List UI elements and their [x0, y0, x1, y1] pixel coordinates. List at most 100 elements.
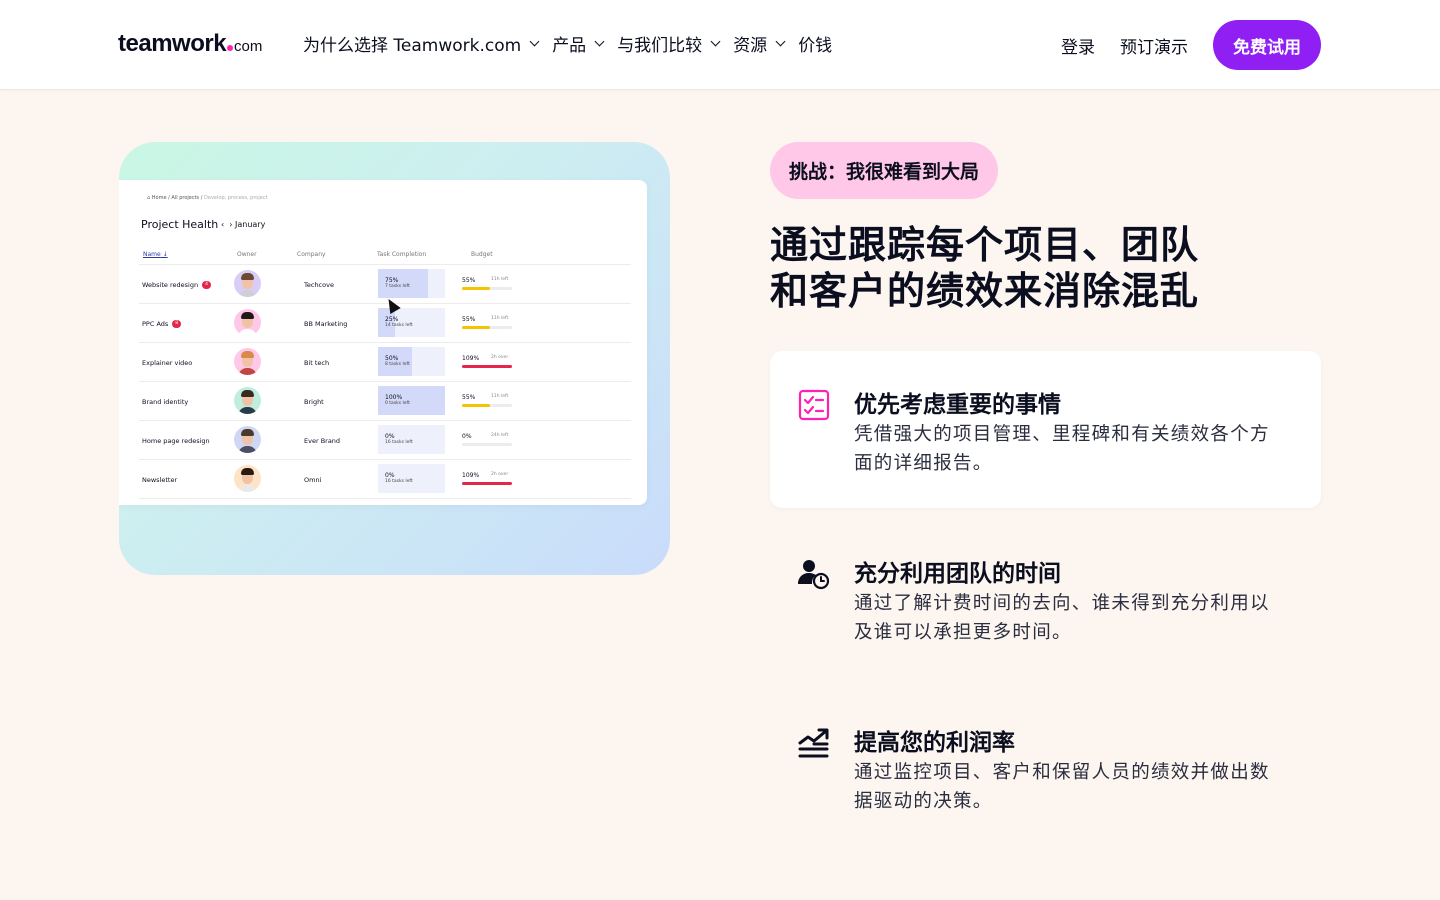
free-trial-button[interactable]: 免费试用 [1213, 20, 1321, 70]
budget-progress-fill [462, 482, 512, 485]
growth-chart-icon [798, 728, 829, 758]
table-row[interactable]: Website redesign 4 Techcove 75% 7 tasks left… [119, 265, 647, 304]
tasks-left: 8 tasks left [385, 362, 410, 367]
task-completion-cell: 100% 0 tasks left [378, 386, 445, 415]
checklist-icon [798, 389, 830, 421]
company-name: Bright [304, 398, 324, 406]
chevron-down-icon [710, 36, 721, 46]
budget-progress-track [462, 482, 512, 485]
breadcrumb: ⌂ Home / All projects / Develop, process… [147, 195, 268, 201]
feature-description: 通过了解计费时间的去向、谁未得到充分利用以及谁可以承担更多时间。 [854, 593, 1270, 643]
avatar [234, 309, 261, 336]
headline-line-1: 通过跟踪每个项目、团队 [770, 223, 1200, 267]
tasks-left: 16 tasks left [385, 479, 413, 484]
budget-note: 24h left [491, 433, 509, 438]
budget-progress-fill [462, 326, 490, 329]
period-label: January [235, 220, 266, 229]
project-name: Brand identity [142, 398, 188, 406]
budget-progress-fill [462, 365, 512, 368]
task-completion-cell: 50% 8 tasks left [378, 347, 445, 376]
teamwork-logo[interactable]: teamwork com [118, 30, 262, 60]
project-name-text: Newsletter [142, 476, 178, 484]
budget-note: 11h left [491, 316, 509, 321]
task-completion-cell: 0% 16 tasks left [378, 464, 445, 493]
budget-note: 11h left [491, 394, 509, 399]
project-health-screenshot: ⌂ Home / All projects / Develop, process… [119, 180, 647, 505]
budget-percent: 55% [462, 277, 476, 284]
logo-dot [227, 45, 234, 51]
menu-label: 资源 [733, 35, 768, 56]
task-percent: 0% [385, 472, 395, 479]
budget-note: 2h over [491, 472, 509, 477]
menu-why-teamwork[interactable]: 为什么选择 Teamwork.com [303, 31, 540, 56]
budget-progress-fill [462, 287, 490, 290]
menu-resources[interactable]: 资源 [733, 31, 786, 56]
table-row[interactable]: Home page redesign Ever Brand 0% 16 tasks l… [119, 421, 647, 460]
menu-compare[interactable]: 与我们比较 [617, 31, 721, 56]
main-menu: 为什么选择 Teamwork.com 产品 与我们比较 资源 价钱 [303, 31, 846, 56]
product-screenshot-card: ⌂ Home / All projects / Develop, process… [119, 142, 670, 575]
table-row[interactable]: Explainer video Bit tech 50% 8 tasks left 10… [119, 343, 647, 382]
breadcrumb-home: Home [151, 195, 167, 201]
company-name: Ever Brand [304, 437, 341, 445]
budget-note: 2h over [491, 355, 509, 360]
chevron-down-icon [594, 36, 605, 46]
table-row[interactable]: PPC Ads 8 BB Marketing 25% 14 tasks left 55% 1… [119, 304, 647, 343]
company-name: Bit tech [304, 359, 330, 367]
login-link[interactable]: 登录 [1061, 33, 1095, 58]
project-name-text: Website redesign [142, 281, 199, 289]
menu-label: 产品 [552, 35, 587, 56]
headline-line-2: 和客户的绩效来消除混乱 [770, 269, 1200, 313]
section-headline: 通过跟踪每个项目、团队 和客户的绩效来消除混乱 [770, 222, 1290, 314]
project-name: PPC Ads 8 [142, 320, 182, 328]
divider [139, 498, 631, 499]
company-name: Techcove [304, 281, 334, 289]
column-owner: Owner [237, 251, 257, 258]
tasks-left: 7 tasks left [385, 284, 410, 289]
avatar [234, 387, 261, 414]
menu-pricing[interactable]: 价钱 [798, 31, 832, 56]
tasks-left: 16 tasks left [385, 440, 413, 445]
column-company: Company [297, 251, 326, 258]
menu-label: 为什么选择 Teamwork.com [303, 35, 522, 56]
report-title: Project Health [141, 218, 219, 231]
feature-team-time[interactable]: 充分利用团队的时间 通过了解计费时间的去向、谁未得到充分利用以及谁可以承担更多时… [770, 520, 1321, 677]
task-completion-cell: 25% 14 tasks left [378, 308, 445, 337]
chevron-down-icon [529, 36, 540, 46]
task-percent: 0% [385, 433, 395, 440]
company-name: BB Marketing [304, 320, 348, 328]
chevron-down-icon [775, 36, 786, 46]
task-completion-cell: 75% 7 tasks left [378, 269, 445, 298]
breadcrumb-current: Develop, process, project [204, 195, 268, 201]
menu-label: 与我们比较 [617, 35, 703, 56]
feature-title: 充分利用团队的时间 [854, 561, 1061, 587]
avatar [234, 270, 261, 297]
budget-progress-track [462, 443, 512, 446]
task-percent: 100% [385, 394, 403, 401]
column-budget: Budget [471, 251, 493, 258]
feature-title: 优先考虑重要的事情 [854, 392, 1061, 418]
notification-badge: 8 [172, 320, 182, 328]
budget-progress-track [462, 404, 512, 407]
project-name-text: Brand identity [142, 398, 189, 406]
table-row[interactable]: Brand identity Bright 100% 0 tasks left 55% 1… [119, 382, 647, 421]
task-percent: 50% [385, 355, 399, 362]
table-row[interactable]: Newsletter Omni 0% 16 tasks left 109% 2h over [119, 460, 647, 499]
task-percent: 75% [385, 277, 399, 284]
avatar [234, 348, 261, 375]
tasks-left: 14 tasks left [385, 323, 413, 328]
feature-profit-margin[interactable]: 提高您的利润率 通过监控项目、客户和保留人员的绩效并做出数据驱动的决策。 [770, 689, 1321, 846]
project-name: Explainer video [142, 359, 192, 367]
top-navigation: teamwork com 为什么选择 Teamwork.com 产品 与我们比较… [0, 0, 1440, 90]
menu-product[interactable]: 产品 [552, 31, 605, 56]
budget-progress-track [462, 365, 512, 368]
feature-prioritize[interactable]: 优先考虑重要的事情 凭借强大的项目管理、里程碑和有关绩效各个方面的详细报告。 [770, 351, 1321, 508]
book-demo-link[interactable]: 预订演示 [1120, 33, 1188, 58]
budget-note: 11h left [491, 277, 509, 282]
budget-progress-fill [462, 404, 490, 407]
task-percent: 25% [385, 316, 399, 323]
column-name: Name ↓ [143, 251, 168, 258]
budget-progress-track [462, 326, 512, 329]
project-name: Home page redesign [142, 437, 210, 445]
notification-badge: 4 [202, 281, 211, 289]
